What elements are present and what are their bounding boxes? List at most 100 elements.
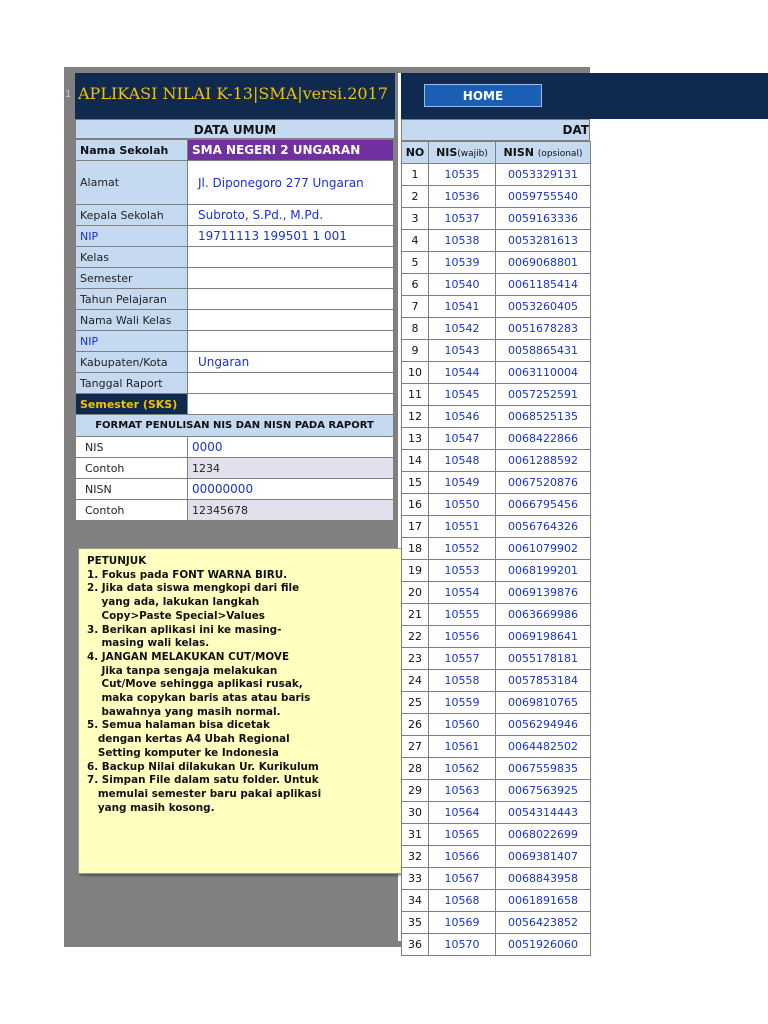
nis-cell[interactable]: 10562 — [428, 757, 496, 780]
nisn-cell[interactable]: 0069810765 — [495, 691, 591, 714]
principal-nip-field[interactable]: 19711113 199501 1 001 — [187, 225, 394, 247]
nisn-cell[interactable]: 0055178181 — [495, 647, 591, 670]
nisn-cell[interactable]: 0067520876 — [495, 471, 591, 494]
format-nis-field[interactable]: 0000 — [187, 436, 394, 458]
nis-cell[interactable]: 10552 — [428, 537, 496, 560]
nisn-cell[interactable]: 0067559835 — [495, 757, 591, 780]
school-year-field[interactable] — [187, 288, 394, 310]
nis-cell[interactable]: 10539 — [428, 251, 496, 274]
nis-cell[interactable]: 10537 — [428, 207, 496, 230]
format-nis-label: NIS — [75, 436, 188, 458]
table-row: 33 10567 0068843958 — [401, 867, 591, 890]
nisn-cell[interactable]: 0054314443 — [495, 801, 591, 824]
nisn-cell[interactable]: 0068525135 — [495, 405, 591, 428]
nis-cell[interactable]: 10547 — [428, 427, 496, 450]
nis-cell[interactable]: 10549 — [428, 471, 496, 494]
nis-cell[interactable]: 10555 — [428, 603, 496, 626]
nis-cell[interactable]: 10559 — [428, 691, 496, 714]
school-name-field[interactable]: SMA NEGERI 2 UNGARAN — [187, 139, 394, 161]
nis-cell[interactable]: 10545 — [428, 383, 496, 406]
nis-cell[interactable]: 10542 — [428, 317, 496, 340]
nisn-cell[interactable]: 0056423852 — [495, 911, 591, 934]
nis-cell[interactable]: 10538 — [428, 229, 496, 252]
nis-cell[interactable]: 10570 — [428, 933, 496, 956]
address-field[interactable]: Jl. Diponegoro 277 Ungaran — [187, 160, 394, 205]
row-number-cell: 30 — [401, 801, 429, 824]
format-nisn-field[interactable]: 00000000 — [187, 478, 394, 500]
class-field[interactable] — [187, 246, 394, 268]
row-number-cell: 10 — [401, 361, 429, 384]
nisn-cell[interactable]: 0063669986 — [495, 603, 591, 626]
nis-cell[interactable]: 10544 — [428, 361, 496, 384]
nisn-cell[interactable]: 0061185414 — [495, 273, 591, 296]
nis-cell[interactable]: 10543 — [428, 339, 496, 362]
nisn-cell[interactable]: 0069068801 — [495, 251, 591, 274]
nisn-cell[interactable]: 0051678283 — [495, 317, 591, 340]
nis-cell[interactable]: 10563 — [428, 779, 496, 802]
nisn-cell[interactable]: 0061891658 — [495, 889, 591, 912]
homeroom-teacher-field[interactable] — [187, 309, 394, 331]
homeroom-nip-field[interactable] — [187, 330, 394, 352]
nis-cell[interactable]: 10556 — [428, 625, 496, 648]
nisn-cell[interactable]: 0059163336 — [495, 207, 591, 230]
nis-cell[interactable]: 10535 — [428, 163, 496, 186]
nis-cell[interactable]: 10560 — [428, 713, 496, 736]
nisn-cell[interactable]: 0056294946 — [495, 713, 591, 736]
nis-cell[interactable]: 10540 — [428, 273, 496, 296]
nisn-cell[interactable]: 0057853184 — [495, 669, 591, 692]
nisn-cell[interactable]: 0061288592 — [495, 449, 591, 472]
nis-cell[interactable]: 10561 — [428, 735, 496, 758]
principal-field[interactable]: Subroto, S.Pd., M.Pd. — [187, 204, 394, 226]
col-nisn-note: (opsional) — [537, 149, 583, 159]
row-number-cell: 25 — [401, 691, 429, 714]
nis-cell[interactable]: 10557 — [428, 647, 496, 670]
nisn-cell[interactable]: 0059755540 — [495, 185, 591, 208]
nis-cell[interactable]: 10558 — [428, 669, 496, 692]
nisn-cell[interactable]: 0053329131 — [495, 163, 591, 186]
nis-cell[interactable]: 10569 — [428, 911, 496, 934]
nis-cell[interactable]: 10548 — [428, 449, 496, 472]
nisn-cell[interactable]: 0057252591 — [495, 383, 591, 406]
nisn-cell[interactable]: 0058865431 — [495, 339, 591, 362]
nis-cell[interactable]: 10550 — [428, 493, 496, 516]
nis-cell[interactable]: 10564 — [428, 801, 496, 824]
row-number-cell: 31 — [401, 823, 429, 846]
data-siswa-header: DAT — [401, 119, 590, 141]
nisn-cell[interactable]: 0053260405 — [495, 295, 591, 318]
nisn-cell[interactable]: 0064482502 — [495, 735, 591, 758]
format-nisn-example: 12345678 — [187, 499, 394, 521]
nisn-cell[interactable]: 0069139876 — [495, 581, 591, 604]
field-label: Kelas — [75, 246, 188, 268]
semester-sks-field[interactable] — [187, 393, 394, 415]
nisn-cell[interactable]: 0067563925 — [495, 779, 591, 802]
nis-cell[interactable]: 10546 — [428, 405, 496, 428]
nis-cell[interactable]: 10566 — [428, 845, 496, 868]
table-row: 34 10568 0061891658 — [401, 889, 591, 912]
nisn-cell[interactable]: 0069381407 — [495, 845, 591, 868]
nisn-cell[interactable]: 0051926060 — [495, 933, 591, 956]
nisn-cell[interactable]: 0053281613 — [495, 229, 591, 252]
nisn-cell[interactable]: 0069198641 — [495, 625, 591, 648]
nisn-cell[interactable]: 0068422866 — [495, 427, 591, 450]
format-nisn-label: NISN — [75, 478, 188, 500]
nis-cell[interactable]: 10568 — [428, 889, 496, 912]
nisn-cell[interactable]: 0068199201 — [495, 559, 591, 582]
nis-cell[interactable]: 10536 — [428, 185, 496, 208]
nisn-cell[interactable]: 0063110004 — [495, 361, 591, 384]
nisn-cell[interactable]: 0056764326 — [495, 515, 591, 538]
report-date-field[interactable] — [187, 372, 394, 394]
row-number-cell: 20 — [401, 581, 429, 604]
city-field[interactable]: Ungaran — [187, 351, 394, 373]
nis-cell[interactable]: 10554 — [428, 581, 496, 604]
home-button[interactable]: HOME — [424, 84, 542, 107]
nis-cell[interactable]: 10551 — [428, 515, 496, 538]
nis-cell[interactable]: 10567 — [428, 867, 496, 890]
nisn-cell[interactable]: 0066795456 — [495, 493, 591, 516]
nis-cell[interactable]: 10565 — [428, 823, 496, 846]
nisn-cell[interactable]: 0061079902 — [495, 537, 591, 560]
semester-field[interactable] — [187, 267, 394, 289]
nis-cell[interactable]: 10553 — [428, 559, 496, 582]
nisn-cell[interactable]: 0068843958 — [495, 867, 591, 890]
nisn-cell[interactable]: 0068022699 — [495, 823, 591, 846]
nis-cell[interactable]: 10541 — [428, 295, 496, 318]
